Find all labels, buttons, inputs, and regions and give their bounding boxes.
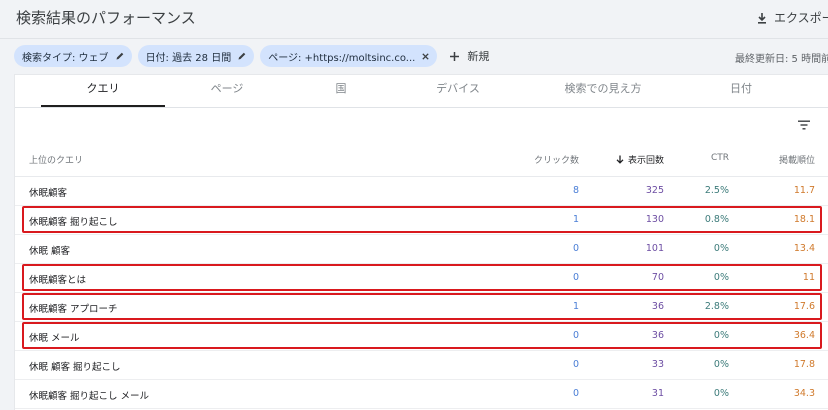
filter-chip-label: 日付: 過去 28 日間 <box>145 52 232 64</box>
top-bar: 検索結果のパフォーマンス エクスポート <box>0 0 828 38</box>
tab-search-appearance[interactable]: 検索での見え方 <box>523 75 683 108</box>
tab-device[interactable]: デバイス <box>393 75 523 108</box>
filter-bar: 検索タイプ: ウェブ 日付: 過去 28 日間 ページ: +https://mo… <box>14 45 489 67</box>
tab-page[interactable]: ページ <box>165 75 289 108</box>
column-header-position[interactable]: 掲載順位 <box>779 153 815 166</box>
active-tab-indicator <box>41 105 165 107</box>
column-header-query[interactable]: 上位のクエリ <box>29 153 83 166</box>
filter-chip-page[interactable]: ページ: +https://moltsinc.co... <box>260 45 438 67</box>
add-filter-label: 新規 <box>467 50 490 63</box>
position-cell: 34.3 <box>793 388 815 399</box>
clicks-cell: 0 <box>572 388 579 399</box>
filter-chip-label: ページ: +https://moltsinc.co... <box>268 52 416 64</box>
query-cell: 休眠顧客 掘り起こし メール <box>29 391 150 402</box>
impressions-cell: 325 <box>645 185 664 196</box>
highlight-box-row-2 <box>22 206 822 233</box>
table-row[interactable]: 休眠 顧客 0 101 0% 13.4 <box>15 235 828 264</box>
table-row[interactable]: 休眠顧客 8 325 2.5% 11.7 <box>15 177 828 206</box>
column-header-clicks[interactable]: クリック数 <box>534 153 579 166</box>
clicks-cell: 8 <box>572 185 579 196</box>
column-header-impressions-label: 表示回数 <box>627 156 664 166</box>
download-icon <box>758 12 766 24</box>
query-cell: 休眠顧客 <box>29 188 68 199</box>
tab-date[interactable]: 日付 <box>683 75 799 108</box>
tab-query[interactable]: クエリ <box>41 75 165 108</box>
plus-icon <box>450 51 460 61</box>
table-row[interactable]: 休眠顧客 掘り起こし メール 0 31 0% 34.3 <box>15 380 828 409</box>
edit-icon[interactable] <box>115 51 125 61</box>
performance-table-card: クエリ ページ 国 デバイス 検索での見え方 日付 上位のクエリ クリック数 表… <box>14 74 828 410</box>
filter-chip-date[interactable]: 日付: 過去 28 日間 <box>137 45 255 67</box>
query-cell: 休眠 顧客 <box>29 246 71 257</box>
ctr-cell: 0% <box>713 243 729 254</box>
sort-down-arrow-icon <box>616 155 624 164</box>
header-divider <box>0 38 828 39</box>
filter-rows-icon[interactable] <box>797 119 811 131</box>
clicks-cell: 0 <box>572 359 579 370</box>
filter-chip-label: 検索タイプ: ウェブ <box>22 52 109 64</box>
highlight-box-row-6 <box>22 322 822 349</box>
tab-country[interactable]: 国 <box>289 75 393 108</box>
query-cell: 休眠 顧客 掘り起こし <box>29 362 121 373</box>
highlight-box-row-4 <box>22 264 822 291</box>
filter-chip-search-type[interactable]: 検索タイプ: ウェブ <box>14 45 132 67</box>
edit-icon[interactable] <box>237 51 247 61</box>
add-filter-button[interactable]: 新規 <box>449 48 489 64</box>
impressions-cell: 31 <box>651 388 664 399</box>
dimension-tabs: クエリ ページ 国 デバイス 検索での見え方 日付 <box>15 75 828 108</box>
close-icon[interactable] <box>421 52 430 61</box>
impressions-cell: 33 <box>651 359 664 370</box>
position-cell: 13.4 <box>793 243 815 254</box>
ctr-cell: 0% <box>713 388 729 399</box>
column-header-impressions[interactable]: 表示回数 <box>616 153 664 166</box>
export-label: エクスポート <box>774 11 828 25</box>
impressions-cell: 101 <box>645 243 664 254</box>
position-cell: 11.7 <box>793 185 815 196</box>
ctr-cell: 0% <box>713 359 729 370</box>
ctr-cell: 2.5% <box>704 185 729 196</box>
column-header-ctr[interactable]: CTR <box>711 153 729 163</box>
clicks-cell: 0 <box>572 243 579 254</box>
table-row[interactable]: 休眠 顧客 掘り起こし 0 33 0% 17.8 <box>15 351 828 380</box>
highlight-box-row-5 <box>22 293 822 320</box>
last-updated-text: 最終更新日: 5 時間前 <box>735 54 828 65</box>
position-cell: 17.8 <box>793 359 815 370</box>
table-header: 上位のクエリ クリック数 表示回数 CTR 掲載順位 <box>15 143 828 177</box>
export-button[interactable]: エクスポート <box>756 9 828 26</box>
page-title: 検索結果のパフォーマンス <box>16 9 196 27</box>
